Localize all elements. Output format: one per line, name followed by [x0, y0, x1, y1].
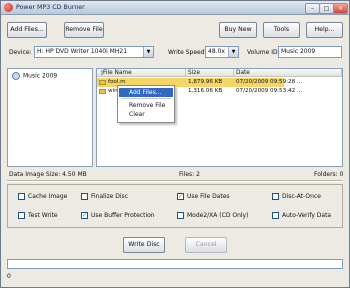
- option-use-file-dates[interactable]: ✓ Use File Dates: [177, 193, 230, 201]
- write-speed-select[interactable]: 48.0x ▼: [205, 46, 239, 58]
- chevron-down-icon[interactable]: ▼: [228, 47, 238, 57]
- option-label: Auto-Verify Data: [282, 212, 332, 219]
- folder-up-icon[interactable]: ⇧: [99, 70, 107, 77]
- menu-separator: [121, 98, 171, 99]
- close-button[interactable]: ×: [333, 3, 348, 14]
- window-title: Power MP3 CD Burner: [16, 4, 85, 11]
- cancel-button[interactable]: Cancel: [185, 237, 227, 253]
- write-speed-label: Write Speed:: [168, 49, 207, 56]
- column-header-size[interactable]: Size: [186, 69, 234, 77]
- progress-bar: [7, 259, 343, 269]
- row-date: 07/20/2009 09:53:42 ...: [236, 88, 303, 94]
- option-label: Finalize Disc: [91, 193, 128, 200]
- checkbox[interactable]: [18, 193, 25, 200]
- files-count: Files: 2: [179, 171, 200, 178]
- checkbox[interactable]: [272, 193, 279, 200]
- device-label: Device:: [9, 49, 32, 56]
- checkbox[interactable]: [272, 212, 279, 219]
- option-label: Mode2/XA (CD Only): [187, 212, 249, 219]
- option-label: Test Write: [28, 212, 58, 219]
- device-select[interactable]: H: HP DVD Writer 1040i MH21 ▼: [34, 46, 154, 58]
- divider: [7, 180, 343, 182]
- write-speed-value: 48.0x: [208, 48, 225, 55]
- write-disc-button[interactable]: Write Disc: [123, 237, 165, 253]
- checkbox[interactable]: [18, 212, 25, 219]
- data-image-size: Data Image Size: 4.50 MB: [9, 171, 87, 178]
- app-window: Power MP3 CD Burner – □ × Add Files... R…: [0, 0, 350, 288]
- tools-button[interactable]: Tools: [263, 22, 300, 38]
- checkbox[interactable]: ✓: [81, 212, 88, 219]
- folder-tree[interactable]: Music 2009: [7, 68, 93, 167]
- disc-icon: [12, 72, 20, 80]
- option-label: Disc-At-Once: [282, 193, 321, 200]
- audio-file-icon: [99, 89, 106, 94]
- menu-item-remove-file[interactable]: Remove File: [119, 101, 173, 110]
- row-size: 1,316.06 KB: [188, 88, 223, 94]
- context-menu: Add Files... Remove File Clear: [117, 85, 175, 123]
- menu-item-clear[interactable]: Clear: [119, 110, 173, 119]
- row-size: 1,879.96 KB: [188, 79, 223, 85]
- volume-id-input[interactable]: Music 2009: [278, 46, 342, 58]
- option-label: Cache Image: [28, 193, 68, 200]
- column-header-name[interactable]: ⇧ File Name: [97, 69, 186, 77]
- row-date: 07/20/2009 09:59:28 ...: [236, 79, 303, 85]
- checkbox[interactable]: [177, 212, 184, 219]
- option-finalize-disc[interactable]: Finalize Disc: [81, 193, 128, 201]
- volume-id-value: Music 2009: [281, 48, 316, 55]
- add-files-button[interactable]: Add Files...: [7, 22, 47, 38]
- app-icon: [4, 3, 13, 12]
- chevron-down-icon[interactable]: ▼: [143, 47, 153, 57]
- folders-count: Folders: 0: [314, 171, 344, 178]
- minimize-button[interactable]: –: [305, 3, 320, 14]
- option-cache-image[interactable]: Cache Image: [18, 193, 67, 201]
- buy-now-button[interactable]: Buy New: [219, 22, 257, 38]
- tree-item-label: Music 2009: [23, 72, 58, 80]
- checkbox[interactable]: ✓: [177, 193, 184, 200]
- option-disc-at-once[interactable]: Disc-At-Once: [272, 193, 321, 201]
- tree-item-root[interactable]: Music 2009: [12, 72, 57, 80]
- column-header-label: File Name: [103, 70, 132, 76]
- option-test-write[interactable]: Test Write: [18, 212, 58, 220]
- option-label: Use File Dates: [187, 193, 230, 200]
- option-label: Use Buffer Protection: [91, 212, 155, 219]
- device-value: H: HP DVD Writer 1040i MH21: [37, 48, 128, 55]
- options-group: Cache Image Finalize Disc ✓ Use File Date…: [7, 184, 343, 228]
- volume-id-label: Volume ID:: [247, 49, 280, 56]
- title-bar[interactable]: Power MP3 CD Burner – □ ×: [1, 1, 349, 15]
- option-auto-verify[interactable]: Auto-Verify Data: [272, 212, 331, 220]
- help-button[interactable]: Help...: [306, 22, 343, 38]
- remove-file-button[interactable]: Remove File: [64, 22, 104, 38]
- column-header-date[interactable]: Date: [234, 69, 342, 77]
- option-mode2xa[interactable]: Mode2/XA (CD Only): [177, 212, 248, 220]
- menu-item-add-files[interactable]: Add Files...: [119, 88, 173, 97]
- progress-percent: 0: [7, 273, 11, 280]
- maximize-button[interactable]: □: [319, 3, 334, 14]
- checkbox[interactable]: [81, 193, 88, 200]
- audio-file-icon: [99, 80, 106, 85]
- option-buffer-protection[interactable]: ✓ Use Buffer Protection: [81, 212, 155, 220]
